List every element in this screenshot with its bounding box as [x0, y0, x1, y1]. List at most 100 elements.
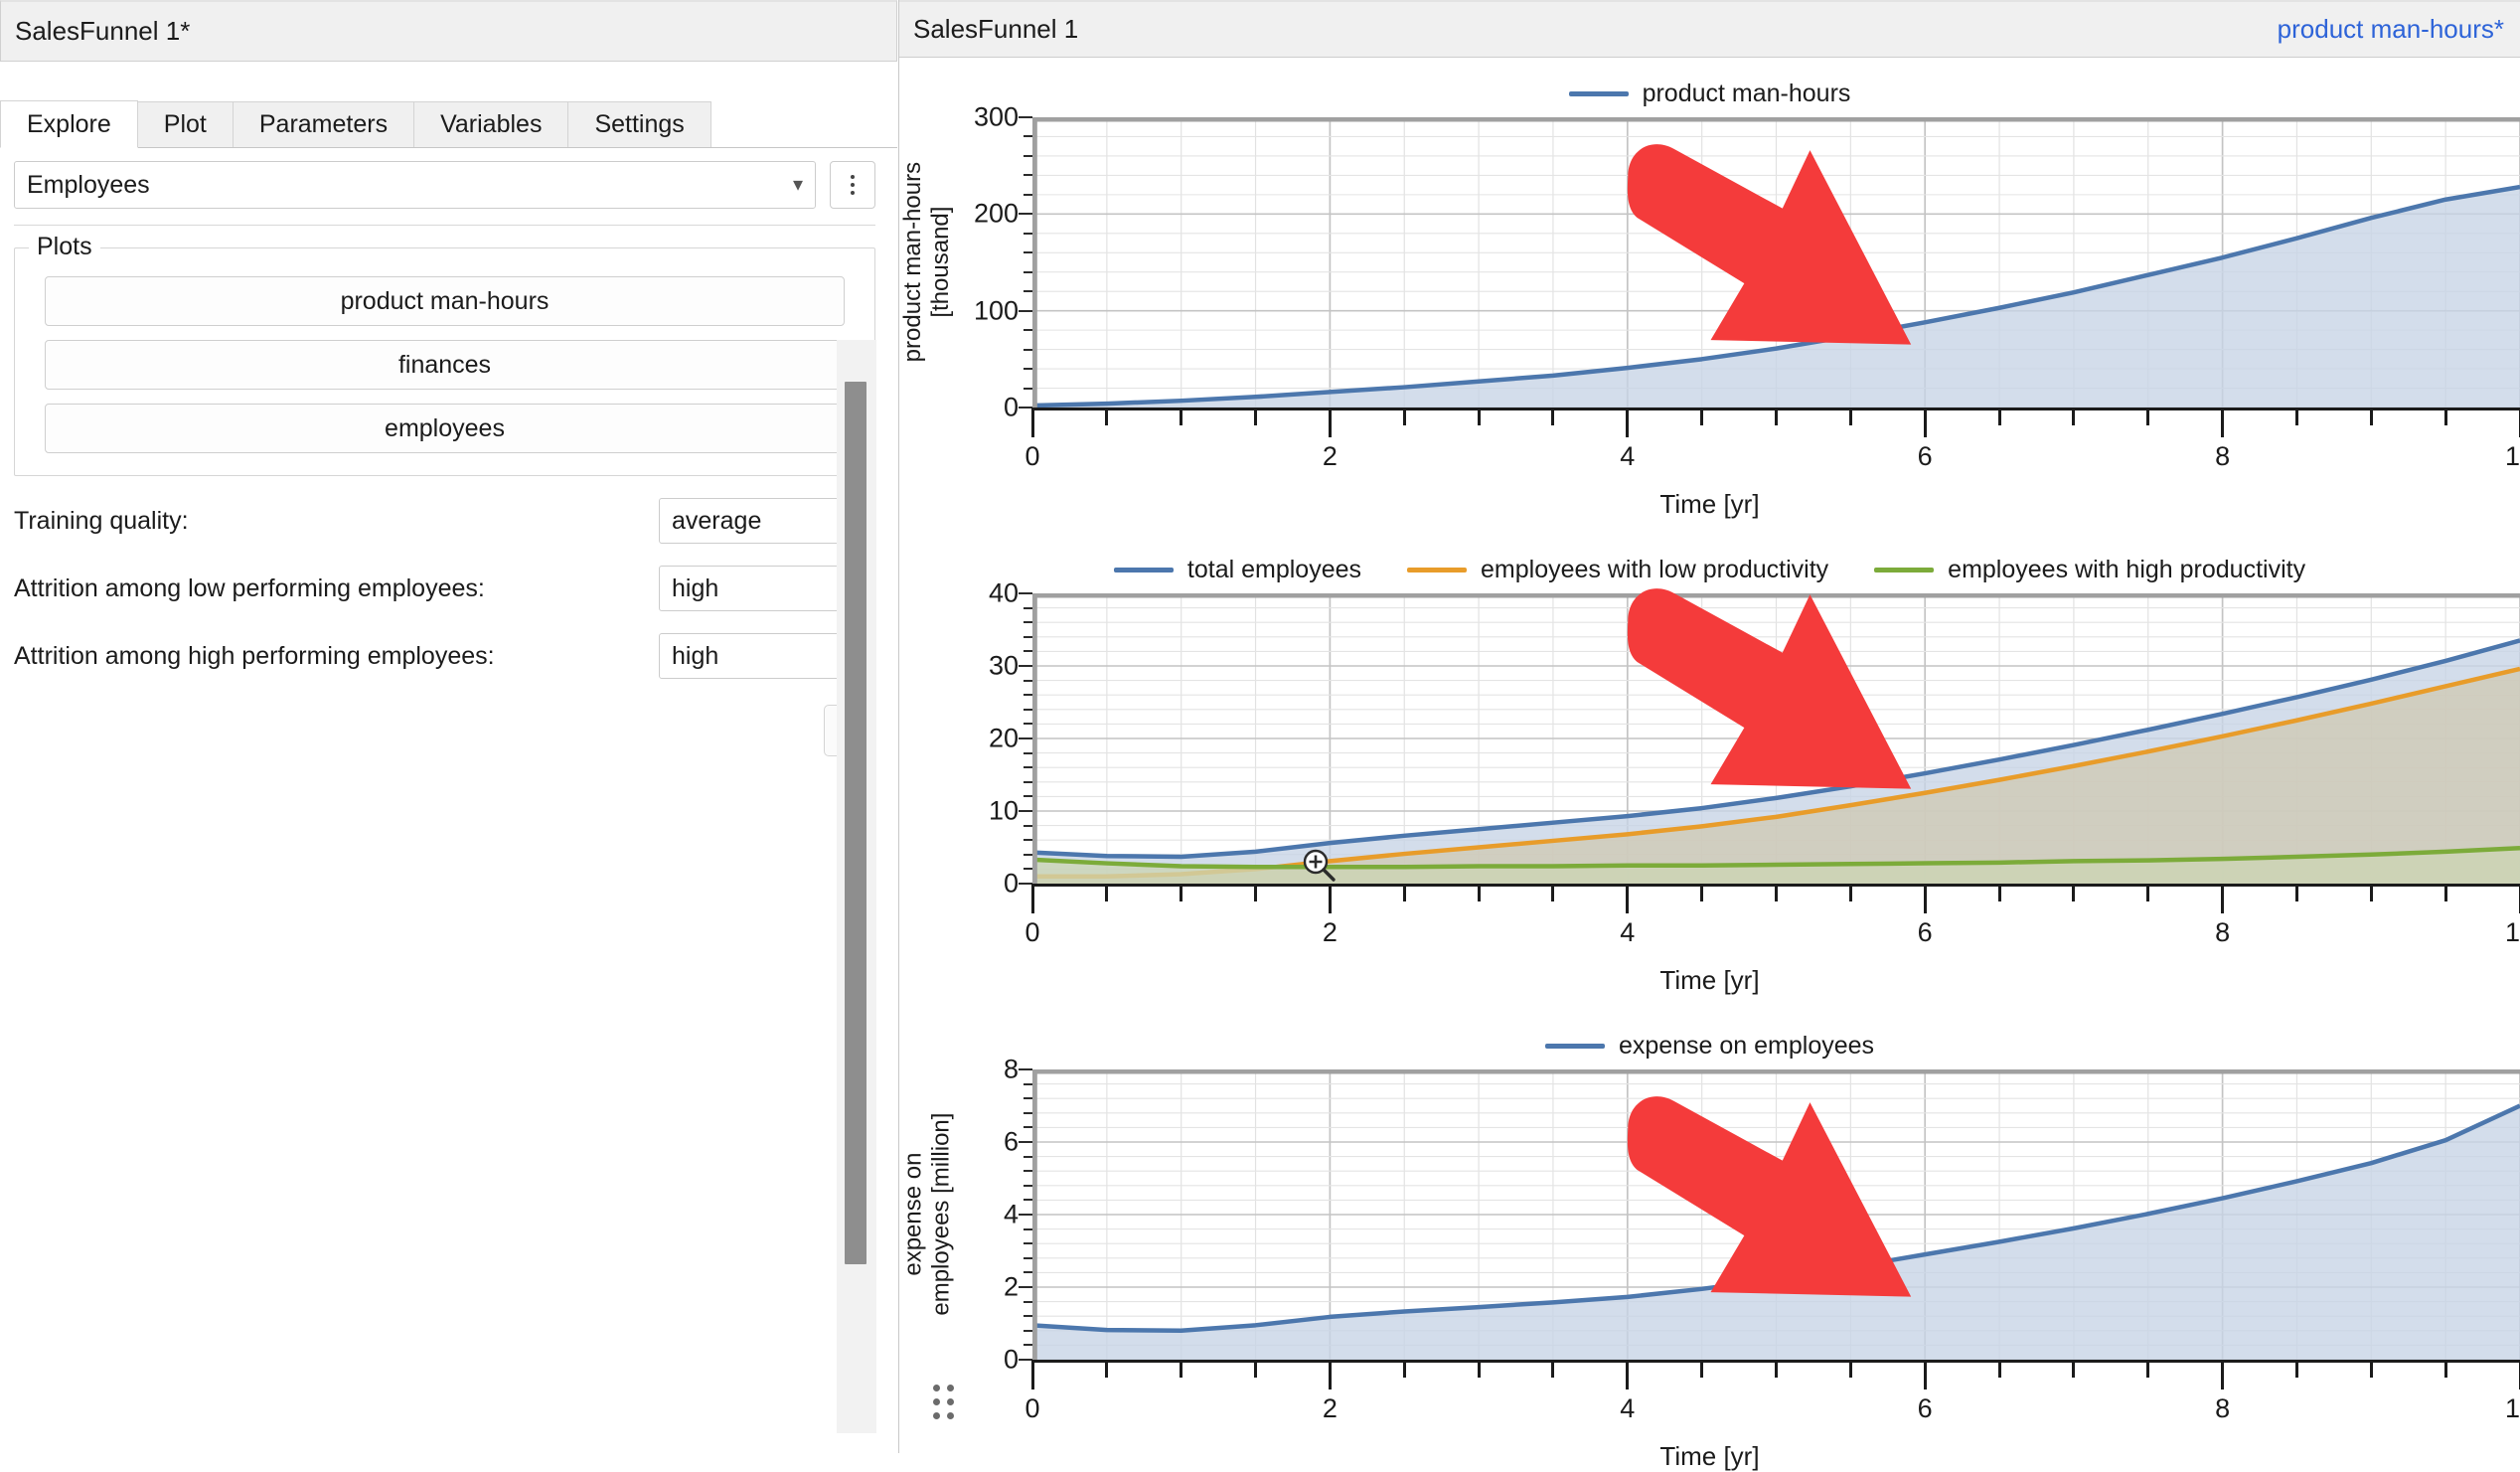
x-minor-tick-mark — [2370, 1360, 2373, 1378]
tab-settings[interactable]: Settings — [567, 101, 710, 147]
x-tick-mark — [1924, 408, 1927, 437]
right-panel: SalesFunnel 1 product man-hours* product… — [899, 0, 2520, 1453]
x-axis-title: Time [yr] — [899, 489, 2520, 520]
left-panel-titlebar: SalesFunnel 1* — [0, 0, 897, 62]
x-axis-labels: 0246810 — [1032, 917, 2520, 961]
y-tick-mark — [1019, 213, 1032, 215]
divider — [14, 225, 875, 226]
y-tick-label: 0 — [1004, 869, 1019, 900]
y-minor-tick-mark — [1024, 329, 1032, 331]
x-tick-label: 8 — [2215, 441, 2230, 472]
x-minor-tick-mark — [2072, 1360, 2075, 1378]
application-window: SalesFunnel 1* Explore Plot Parameters V… — [0, 0, 2520, 1453]
scrollbar-thumb[interactable] — [845, 382, 866, 1264]
field-attrition-high: Attrition among high performing employee… — [14, 633, 875, 679]
x-tick-mark — [2221, 408, 2224, 437]
y-axis-ticks: 0100200300 — [955, 117, 1032, 408]
y-tick-mark — [1019, 1286, 1032, 1288]
y-tick-mark — [1019, 592, 1032, 594]
y-tick-label: 8 — [1004, 1055, 1019, 1085]
tab-explore[interactable]: Explore — [0, 100, 138, 148]
y-tick-mark — [1019, 116, 1032, 118]
x-tick-label: 10 — [2505, 1393, 2520, 1424]
x-minor-tick-mark — [2146, 1360, 2149, 1378]
plot-canvas[interactable] — [1032, 593, 2520, 884]
legend-item: total employees — [1114, 556, 1361, 584]
x-minor-tick-mark — [1254, 408, 1257, 425]
x-minor-tick-mark — [2444, 408, 2447, 425]
field-attrition-low-value: high — [672, 574, 718, 603]
x-minor-tick-mark — [1998, 1360, 2001, 1378]
x-tick-label: 4 — [1620, 917, 1635, 948]
y-minor-tick-mark — [1024, 680, 1032, 682]
y-minor-tick-mark — [1024, 1199, 1032, 1201]
legend-line-icon — [1569, 91, 1629, 96]
y-minor-tick-mark — [1024, 1097, 1032, 1099]
plot-canvas[interactable] — [1032, 117, 2520, 408]
x-minor-tick-mark — [1551, 884, 1554, 901]
plot-button-employees[interactable]: employees — [45, 404, 845, 453]
y-axis-label — [899, 593, 955, 884]
x-tick-mark — [1329, 408, 1332, 437]
y-tick-label: 10 — [989, 796, 1019, 827]
field-attrition-low-label: Attrition among low performing employees… — [14, 574, 485, 603]
x-axis — [1032, 884, 2520, 917]
x-minor-tick-mark — [2295, 1360, 2298, 1378]
field-attrition-high-value: high — [672, 642, 718, 671]
plot-button-finances[interactable]: finances — [45, 340, 845, 390]
y-tick-mark — [1019, 737, 1032, 739]
x-minor-tick-mark — [1105, 884, 1108, 901]
plot-canvas[interactable] — [1032, 1069, 2520, 1360]
x-minor-tick-mark — [1180, 884, 1182, 901]
y-minor-tick-mark — [1024, 1315, 1032, 1317]
x-tick-mark — [1031, 884, 1034, 913]
more-options-button[interactable] — [830, 161, 875, 209]
legend-item: expense on employees — [1545, 1032, 1874, 1061]
y-axis-ticks: 02468 — [955, 1069, 1032, 1360]
tab-variables-label: Variables — [440, 110, 542, 139]
x-minor-tick-mark — [2146, 884, 2149, 901]
x-minor-tick-mark — [1551, 1360, 1554, 1378]
x-minor-tick-mark — [2072, 408, 2075, 425]
x-minor-tick-mark — [1849, 408, 1852, 425]
y-tick-label: 0 — [1004, 393, 1019, 423]
y-tick-mark — [1019, 810, 1032, 812]
active-plot-link[interactable]: product man-hours* — [2278, 14, 2504, 45]
tab-strip: Explore Plot Parameters Variables Settin… — [0, 99, 897, 148]
y-minor-tick-mark — [1024, 1170, 1032, 1172]
x-minor-tick-mark — [1403, 408, 1406, 425]
model-select-value: Employees — [27, 171, 150, 200]
left-panel-scrollbar[interactable] — [837, 340, 876, 1433]
tab-parameters[interactable]: Parameters — [233, 101, 414, 147]
x-minor-tick-mark — [2295, 884, 2298, 901]
x-axis-title: Time [yr] — [899, 1441, 2520, 1472]
legend-item: employees with low productivity — [1407, 556, 1828, 584]
y-axis-label: product man-hours[thousand] — [899, 117, 955, 408]
x-tick-label: 6 — [1918, 441, 1933, 472]
y-minor-tick-mark — [1024, 155, 1032, 157]
x-tick-label: 4 — [1620, 441, 1635, 472]
chart-legend: expense on employees — [899, 1022, 2520, 1069]
field-training-quality-label: Training quality: — [14, 507, 189, 536]
plot-area: expense onemployees [million]02468 — [899, 1069, 2520, 1360]
y-minor-tick-mark — [1024, 766, 1032, 768]
x-tick-label: 8 — [2215, 917, 2230, 948]
y-tick-label: 2 — [1004, 1272, 1019, 1303]
y-minor-tick-mark — [1024, 388, 1032, 390]
y-minor-tick-mark — [1024, 368, 1032, 370]
left-panel: SalesFunnel 1* Explore Plot Parameters V… — [0, 0, 899, 1453]
add-row: + — [14, 705, 875, 756]
x-minor-tick-mark — [1254, 1360, 1257, 1378]
model-select[interactable]: Employees ▾ — [14, 161, 816, 209]
chart-legend: product man-hours — [899, 70, 2520, 117]
x-tick-mark — [1031, 1360, 1034, 1390]
plots-group: Plots product man-hours finances employe… — [14, 247, 875, 476]
tab-variables[interactable]: Variables — [413, 101, 568, 147]
x-tick-label: 2 — [1323, 917, 1338, 948]
tab-plot[interactable]: Plot — [137, 101, 234, 147]
chart-block-2: total employees employees with low produc… — [899, 546, 2520, 996]
x-minor-tick-mark — [1105, 1360, 1108, 1378]
drag-handle-icon[interactable] — [933, 1385, 954, 1419]
plot-button-product-man-hours[interactable]: product man-hours — [45, 276, 845, 326]
y-minor-tick-mark — [1024, 1156, 1032, 1158]
